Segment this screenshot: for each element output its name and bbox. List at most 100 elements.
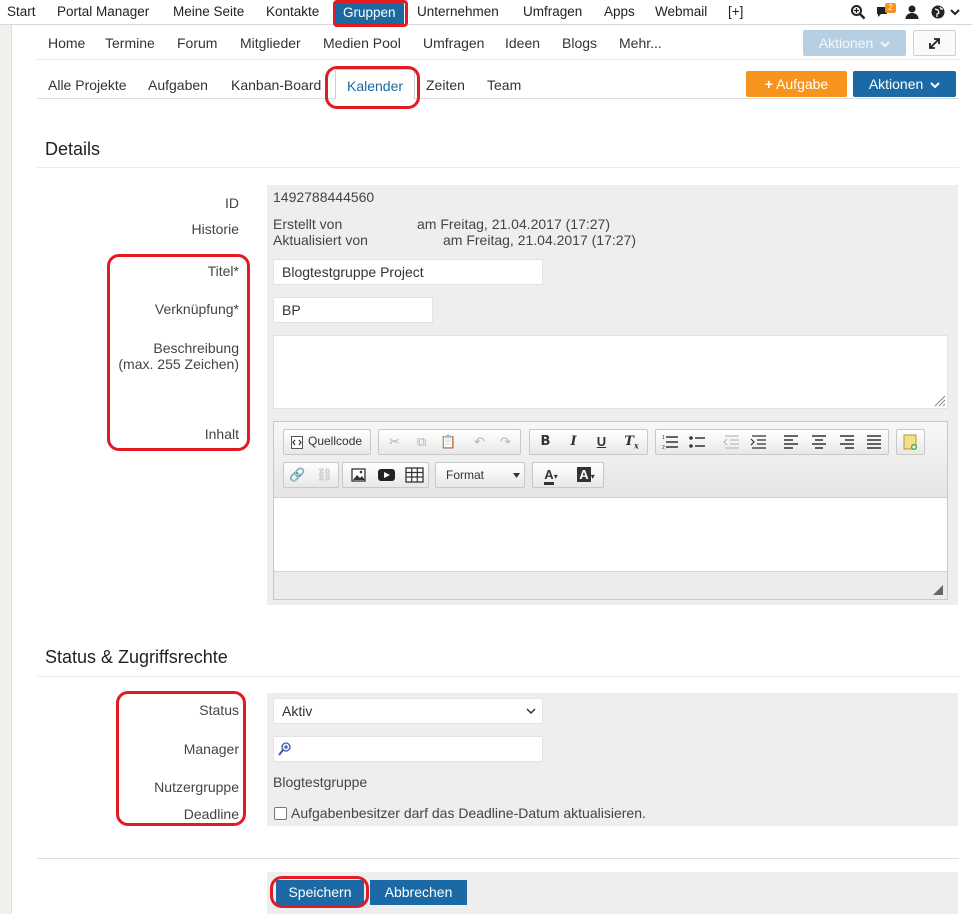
insert-group bbox=[342, 462, 429, 488]
source-label: Quellcode bbox=[308, 434, 363, 448]
chevron-down-icon[interactable] bbox=[950, 4, 960, 20]
tab-alle-projekte[interactable]: Alle Projekte bbox=[48, 77, 127, 93]
tab-kanban-board[interactable]: Kanban-Board bbox=[231, 77, 321, 93]
cancel-button[interactable]: Abbrechen bbox=[370, 880, 467, 905]
title-input[interactable]: Blogtestgruppe Project bbox=[273, 259, 543, 285]
description-label: Beschreibung bbox=[153, 340, 239, 356]
topnav-kontakte[interactable]: Kontakte bbox=[266, 0, 319, 25]
table-icon[interactable] bbox=[401, 463, 428, 487]
editor-content-area[interactable] bbox=[274, 499, 947, 571]
color-group: A▾ A ▾ bbox=[532, 462, 604, 488]
subnav-termine[interactable]: Termine bbox=[105, 35, 155, 51]
status-select[interactable]: Aktiv bbox=[273, 698, 543, 724]
align-right-icon[interactable] bbox=[834, 430, 861, 454]
tab-aufgaben[interactable]: Aufgaben bbox=[148, 77, 208, 93]
underline-icon[interactable]: U bbox=[588, 430, 615, 454]
topnav-start[interactable]: Start bbox=[7, 0, 36, 25]
group-actions-button[interactable]: Aktionen bbox=[803, 30, 906, 56]
tab-zeiten[interactable]: Zeiten bbox=[426, 77, 465, 93]
topnav-meine-seite[interactable]: Meine Seite bbox=[173, 0, 244, 25]
history-updated-by: Aktualisiert von bbox=[273, 232, 368, 248]
status-label: Status bbox=[199, 702, 239, 718]
topnav-add[interactable]: [+] bbox=[728, 0, 743, 25]
status-divider bbox=[37, 676, 959, 677]
subnav-mehr[interactable]: Mehr... bbox=[619, 35, 662, 51]
align-center-icon[interactable] bbox=[806, 430, 833, 454]
resize-grip-icon[interactable] bbox=[933, 585, 943, 595]
subnav-forum[interactable]: Forum bbox=[177, 35, 217, 51]
chevron-down-icon bbox=[930, 82, 940, 89]
subnav-medien-pool[interactable]: Medien Pool bbox=[323, 35, 401, 51]
deadline-checkbox[interactable] bbox=[274, 807, 287, 820]
save-button[interactable]: Speichern bbox=[276, 880, 364, 905]
copy-icon[interactable]: ⧉ bbox=[408, 430, 435, 454]
topnav-apps[interactable]: Apps bbox=[604, 0, 635, 25]
bullet-list-icon[interactable] bbox=[685, 430, 712, 454]
clipboard-group: ✂ ⧉ 📋 ↶ ↷ bbox=[378, 429, 521, 455]
expand-button[interactable] bbox=[913, 30, 956, 56]
image-icon[interactable] bbox=[345, 463, 372, 487]
link-group: 🔗 ⛓ bbox=[283, 462, 339, 488]
bold-icon[interactable]: B bbox=[532, 430, 559, 454]
top-navigation-bar: Start Portal Manager Meine Seite Kontakt… bbox=[0, 0, 972, 25]
user-icon[interactable] bbox=[904, 4, 920, 20]
subnav-ideen[interactable]: Ideen bbox=[505, 35, 540, 51]
undo-icon[interactable]: ↶ bbox=[466, 430, 493, 454]
topnav-umfragen[interactable]: Umfragen bbox=[523, 0, 582, 25]
add-task-button[interactable]: + Aufgabe bbox=[746, 71, 847, 97]
align-left-icon[interactable] bbox=[778, 430, 805, 454]
link-icon[interactable]: 🔗 bbox=[284, 463, 311, 487]
globe-icon[interactable] bbox=[930, 4, 946, 20]
numbered-list-icon[interactable]: 12 bbox=[658, 430, 685, 454]
source-button[interactable]: Quellcode bbox=[283, 429, 371, 455]
topnav-unternehmen[interactable]: Unternehmen bbox=[417, 0, 499, 25]
subnav-home[interactable]: Home bbox=[48, 35, 85, 51]
description-hint: (max. 255 Zeichen) bbox=[118, 356, 239, 372]
tab-team[interactable]: Team bbox=[487, 77, 521, 93]
content-label: Inhalt bbox=[204, 426, 239, 442]
format-label: Format bbox=[446, 468, 485, 482]
usergroup-value: Blogtestgruppe bbox=[273, 774, 368, 790]
topnav-portal-manager[interactable]: Portal Manager bbox=[57, 0, 149, 25]
source-code-icon bbox=[291, 436, 303, 449]
cut-icon[interactable]: ✂ bbox=[381, 430, 408, 454]
align-justify-icon[interactable] bbox=[861, 430, 888, 454]
search-add-icon[interactable] bbox=[277, 741, 293, 757]
link-input[interactable]: BP bbox=[273, 297, 433, 323]
subnav-umfragen[interactable]: Umfragen bbox=[423, 35, 484, 51]
topnav-gruppen[interactable]: Gruppen bbox=[335, 1, 404, 24]
details-heading: Details bbox=[45, 139, 101, 159]
outdent-icon[interactable] bbox=[718, 430, 745, 454]
resize-grip-icon[interactable] bbox=[933, 394, 946, 407]
template-button[interactable] bbox=[896, 429, 925, 455]
deadline-checkbox-label[interactable]: Aufgabenbesitzer darf das Deadline-Datum… bbox=[291, 805, 646, 821]
editor-toolbar: Quellcode ✂ ⧉ 📋 ↶ ↷ B I U Tx 12 🔗 ⛓ Form… bbox=[274, 422, 947, 498]
youtube-icon[interactable] bbox=[373, 463, 400, 487]
subnav-blogs[interactable]: Blogs bbox=[562, 35, 597, 51]
manager-input[interactable] bbox=[273, 736, 543, 762]
tab-kalender[interactable]: Kalender bbox=[335, 69, 416, 100]
plus-icon: + bbox=[764, 76, 773, 92]
topnav-webmail[interactable]: Webmail bbox=[655, 0, 707, 25]
subnav-mitglieder[interactable]: Mitglieder bbox=[240, 35, 301, 51]
id-label: ID bbox=[225, 195, 239, 211]
description-textarea[interactable] bbox=[273, 335, 948, 409]
format-dropdown[interactable]: Format bbox=[435, 462, 525, 488]
redo-icon[interactable]: ↷ bbox=[492, 430, 519, 454]
group-actions-label: Aktionen bbox=[818, 35, 874, 51]
project-actions-button[interactable]: Aktionen bbox=[853, 71, 956, 97]
italic-icon[interactable]: I bbox=[560, 430, 587, 454]
search-zoom-icon[interactable] bbox=[850, 4, 866, 20]
indent-icon[interactable] bbox=[745, 430, 772, 454]
text-color-icon: A bbox=[544, 467, 554, 485]
add-task-label: Aufgabe bbox=[776, 76, 829, 92]
unlink-icon[interactable]: ⛓ bbox=[311, 463, 338, 487]
paste-icon[interactable]: 📋 bbox=[435, 430, 462, 454]
project-actions-label: Aktionen bbox=[868, 76, 924, 92]
deadline-label: Deadline bbox=[183, 806, 239, 822]
background-color-button[interactable]: A ▾ bbox=[570, 463, 602, 487]
status-heading: Status & Zugriffsrechte bbox=[45, 647, 228, 667]
text-color-button[interactable]: A▾ bbox=[535, 463, 567, 487]
id-value: 1492788444560 bbox=[273, 189, 375, 205]
remove-format-icon[interactable]: Tx bbox=[618, 430, 645, 454]
